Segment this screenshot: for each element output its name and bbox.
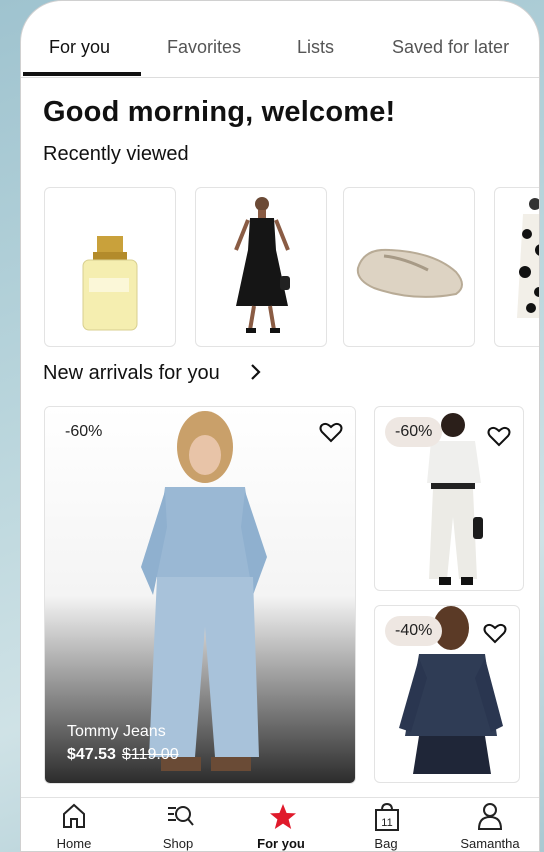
tab-lists[interactable]: Lists [297,37,334,58]
nav-label: Samantha [460,836,520,851]
recent-item-print-dress[interactable] [494,187,539,347]
nav-for-you[interactable]: For you [236,798,326,851]
recent-item-perfume[interactable] [44,187,176,347]
black-dress-image [234,197,290,333]
bag-count: 11 [381,817,392,829]
discount-badge: -60% [65,423,103,440]
recently-viewed-title: Recently viewed [43,143,189,165]
nav-home[interactable]: Home [29,798,119,851]
tab-favorites[interactable]: Favorites [167,37,241,58]
sale-price: $47.53 [67,746,116,763]
heart-icon[interactable] [319,421,343,443]
tab-saved-for-later[interactable]: Saved for later [392,37,509,58]
recent-item-lace-shoe[interactable] [343,187,475,347]
nav-profile[interactable]: Samantha [445,798,535,851]
heart-icon[interactable] [487,425,511,447]
product-brand: Tommy Jeans [67,723,166,740]
chevron-right-icon[interactable] [249,361,263,383]
star-icon [270,804,296,829]
active-tab-indicator [23,72,141,76]
bag-icon: 11 [375,802,399,831]
product-card-tommy-jeans[interactable]: -60% Tommy Jeans $47.53 $119.00 [44,406,356,784]
bottom-navigation: Home Shop For you 11 Bag Samantha [21,797,539,851]
print-dress-image [517,198,539,318]
product-card-navy-jacket[interactable]: -40% [374,605,520,783]
discount-badge: -40% [385,616,443,646]
shop-search-icon [168,806,194,826]
top-tabs: For you Favorites Lists Saved for later [21,1,539,78]
app-screen: For you Favorites Lists Saved for later … [20,0,540,852]
nav-label: For you [257,836,305,851]
heart-icon[interactable] [483,622,507,644]
discount-badge: -60% [385,417,443,447]
nav-label: Home [56,836,92,851]
new-arrivals-title[interactable]: New arrivals for you [43,362,220,385]
nav-bag[interactable]: 11 Bag [341,798,431,851]
nav-shop[interactable]: Shop [133,798,223,851]
page-title: Good morning, welcome! [43,96,396,128]
tab-for-you[interactable]: For you [49,37,110,58]
product-card-white-outfit[interactable]: -60% [374,406,524,591]
recent-item-black-dress[interactable] [195,187,327,347]
product-price: $47.53 $119.00 [67,746,179,764]
nav-label: Bag [374,836,398,851]
home-icon [63,803,85,828]
nav-label: Shop [162,836,194,851]
lace-flat-shoe-image [356,248,463,298]
original-price: $119.00 [121,746,179,763]
profile-icon [477,803,503,830]
perfume-image [82,236,138,331]
